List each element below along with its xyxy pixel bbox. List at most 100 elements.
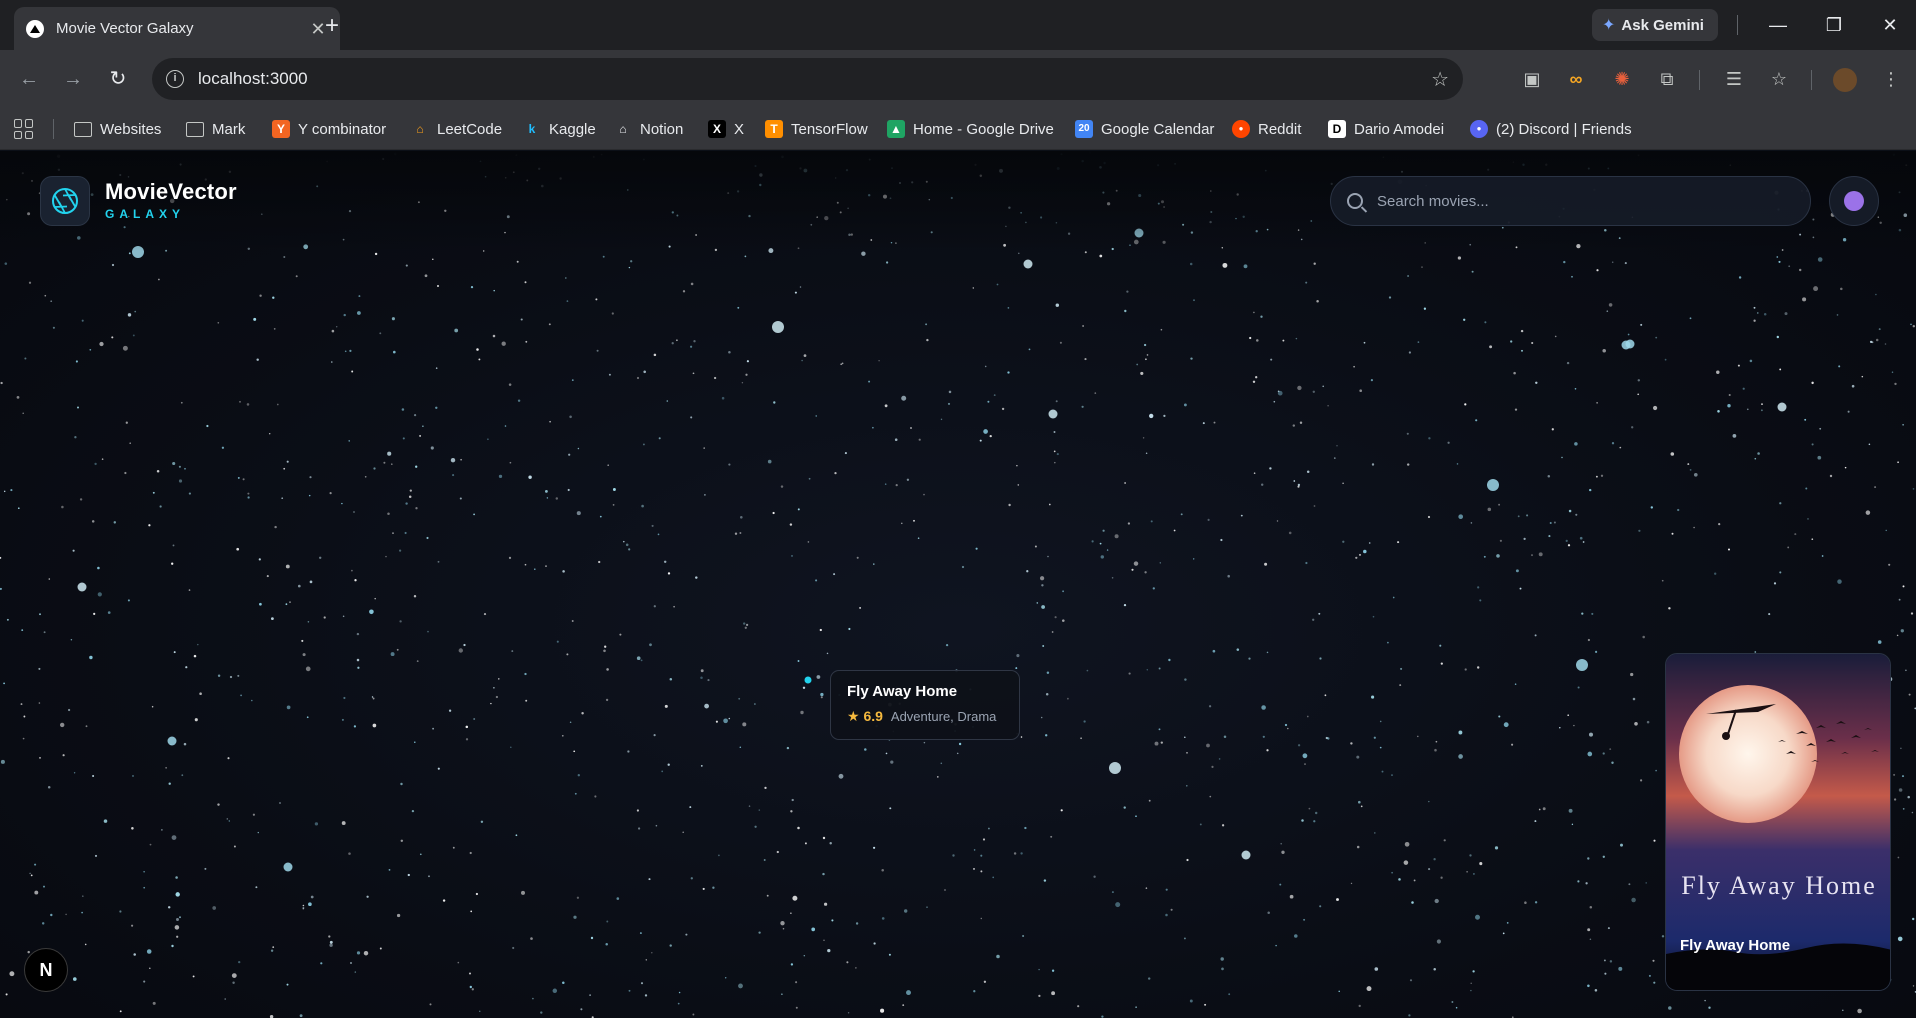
movie-star-point[interactable] <box>524 281 527 284</box>
movie-star-point[interactable] <box>1464 403 1467 406</box>
movie-star-point[interactable] <box>855 922 859 925</box>
movie-star-point[interactable] <box>1602 855 1605 858</box>
movie-star-point[interactable] <box>1388 296 1392 299</box>
movie-star-point[interactable] <box>721 396 725 400</box>
movie-star-point[interactable] <box>310 895 314 899</box>
movie-star-point[interactable] <box>1865 510 1871 515</box>
movie-star-point[interactable] <box>1646 720 1650 724</box>
movie-star-point[interactable] <box>823 902 828 906</box>
movie-star-point[interactable] <box>1398 878 1401 881</box>
movie-star-point[interactable] <box>323 616 326 619</box>
movie-star-point[interactable] <box>188 589 191 591</box>
movie-star-point[interactable] <box>341 718 344 721</box>
movie-star-point[interactable] <box>1054 461 1056 464</box>
movie-star-point[interactable] <box>1318 612 1321 615</box>
movie-star-point[interactable] <box>758 931 761 934</box>
movie-star-point[interactable] <box>1220 538 1223 542</box>
movie-star-point[interactable] <box>667 763 670 766</box>
movie-star-point[interactable] <box>357 666 360 669</box>
movie-star-point[interactable] <box>1227 574 1230 578</box>
movie-star-point[interactable] <box>885 261 889 264</box>
movie-star-point[interactable] <box>1571 275 1573 278</box>
movie-star-point[interactable] <box>22 412 24 415</box>
movie-star-point[interactable] <box>1638 529 1641 532</box>
movie-star-point[interactable] <box>498 474 503 479</box>
movie-star-point[interactable] <box>1761 409 1763 412</box>
movie-star-point[interactable] <box>1567 544 1571 547</box>
movie-star-point[interactable] <box>371 696 374 698</box>
movie-star-point[interactable] <box>174 925 180 930</box>
movie-star-point[interactable] <box>1894 382 1897 386</box>
movie-star-point[interactable] <box>341 821 346 826</box>
movie-star-point[interactable] <box>1912 917 1915 921</box>
movie-star-point[interactable] <box>1637 393 1640 396</box>
movie-star-point[interactable] <box>1653 839 1656 842</box>
movie-star-point[interactable] <box>400 782 403 786</box>
movie-star-point[interactable] <box>1587 984 1590 988</box>
movie-star-point[interactable] <box>1062 619 1065 622</box>
movie-star-point[interactable] <box>172 461 176 466</box>
movie-star-point[interactable] <box>34 863 37 866</box>
movie-star-point[interactable] <box>549 420 551 423</box>
movie-star-point[interactable] <box>1101 1015 1104 1018</box>
movie-star-point[interactable] <box>728 463 731 466</box>
movie-star-point[interactable] <box>1289 894 1294 899</box>
movie-star-point[interactable] <box>975 547 978 550</box>
movie-star-point[interactable] <box>168 782 171 785</box>
movie-star-point[interactable] <box>103 819 108 823</box>
movie-star-point[interactable] <box>1305 281 1308 284</box>
movie-star-point[interactable] <box>1517 515 1520 518</box>
tab-movie-vector-galaxy[interactable]: Movie Vector Galaxy ✕ <box>14 7 340 50</box>
movie-star-point[interactable] <box>1292 424 1296 427</box>
movie-star-point[interactable] <box>1582 541 1585 543</box>
movie-star-point[interactable] <box>348 852 351 855</box>
movie-star-point[interactable] <box>247 492 250 495</box>
movie-star-point[interactable] <box>427 630 429 633</box>
movie-star-point[interactable] <box>890 760 894 764</box>
movie-star-point[interactable] <box>357 311 361 315</box>
movie-star-point[interactable] <box>1458 730 1463 735</box>
bookmark-star-icon[interactable]: ☆ <box>1431 67 1449 92</box>
movie-star-point[interactable] <box>437 767 440 770</box>
movie-star-point[interactable] <box>831 919 834 922</box>
movie-star-point[interactable] <box>748 805 751 807</box>
movie-star-point[interactable] <box>1576 659 1588 671</box>
movie-star-point[interactable] <box>176 935 179 938</box>
movie-star-point[interactable] <box>1618 966 1623 971</box>
movie-star-point[interactable] <box>77 582 87 592</box>
movie-star-point[interactable] <box>910 427 912 429</box>
movie-star-point[interactable] <box>1366 986 1372 992</box>
movie-star-point[interactable] <box>704 494 706 496</box>
movie-star-point[interactable] <box>574 792 577 795</box>
movie-star-point[interactable] <box>1844 466 1847 469</box>
movie-star-point[interactable] <box>1045 692 1049 696</box>
movie-star-point[interactable] <box>1829 474 1833 478</box>
movie-star-point[interactable] <box>405 502 408 505</box>
movie-star-point[interactable] <box>794 291 797 294</box>
movie-star-point[interactable] <box>1619 446 1622 449</box>
movie-star-point[interactable] <box>1611 761 1614 764</box>
movie-star-point[interactable] <box>1511 743 1514 746</box>
movie-star-point[interactable] <box>993 394 996 397</box>
movie-star-point[interactable] <box>132 775 134 777</box>
movie-star-point[interactable] <box>804 842 807 845</box>
infinity-extension-icon[interactable]: ∞ <box>1561 64 1591 94</box>
movie-star-point[interactable] <box>402 437 405 440</box>
sidebar-toggle-icon[interactable]: ▣ <box>1517 64 1547 94</box>
movie-star-point[interactable] <box>1519 587 1522 590</box>
movie-star-point[interactable] <box>561 734 564 737</box>
movie-star-point[interactable] <box>580 1008 583 1011</box>
movie-star-point[interactable] <box>534 568 536 570</box>
movie-star-point[interactable] <box>331 329 335 333</box>
movie-star-point[interactable] <box>856 556 859 559</box>
movie-star-point[interactable] <box>435 406 438 409</box>
movie-star-point[interactable] <box>1905 669 1907 672</box>
movie-star-point[interactable] <box>469 985 472 989</box>
movie-star-point[interactable] <box>1314 811 1318 815</box>
movie-star-point[interactable] <box>373 467 376 470</box>
movie-star-point[interactable] <box>125 421 128 424</box>
movie-star-point[interactable] <box>639 932 642 935</box>
movie-star-point[interactable] <box>246 403 250 406</box>
movie-star-point[interactable] <box>791 554 793 557</box>
movie-star-point[interactable] <box>192 975 195 978</box>
